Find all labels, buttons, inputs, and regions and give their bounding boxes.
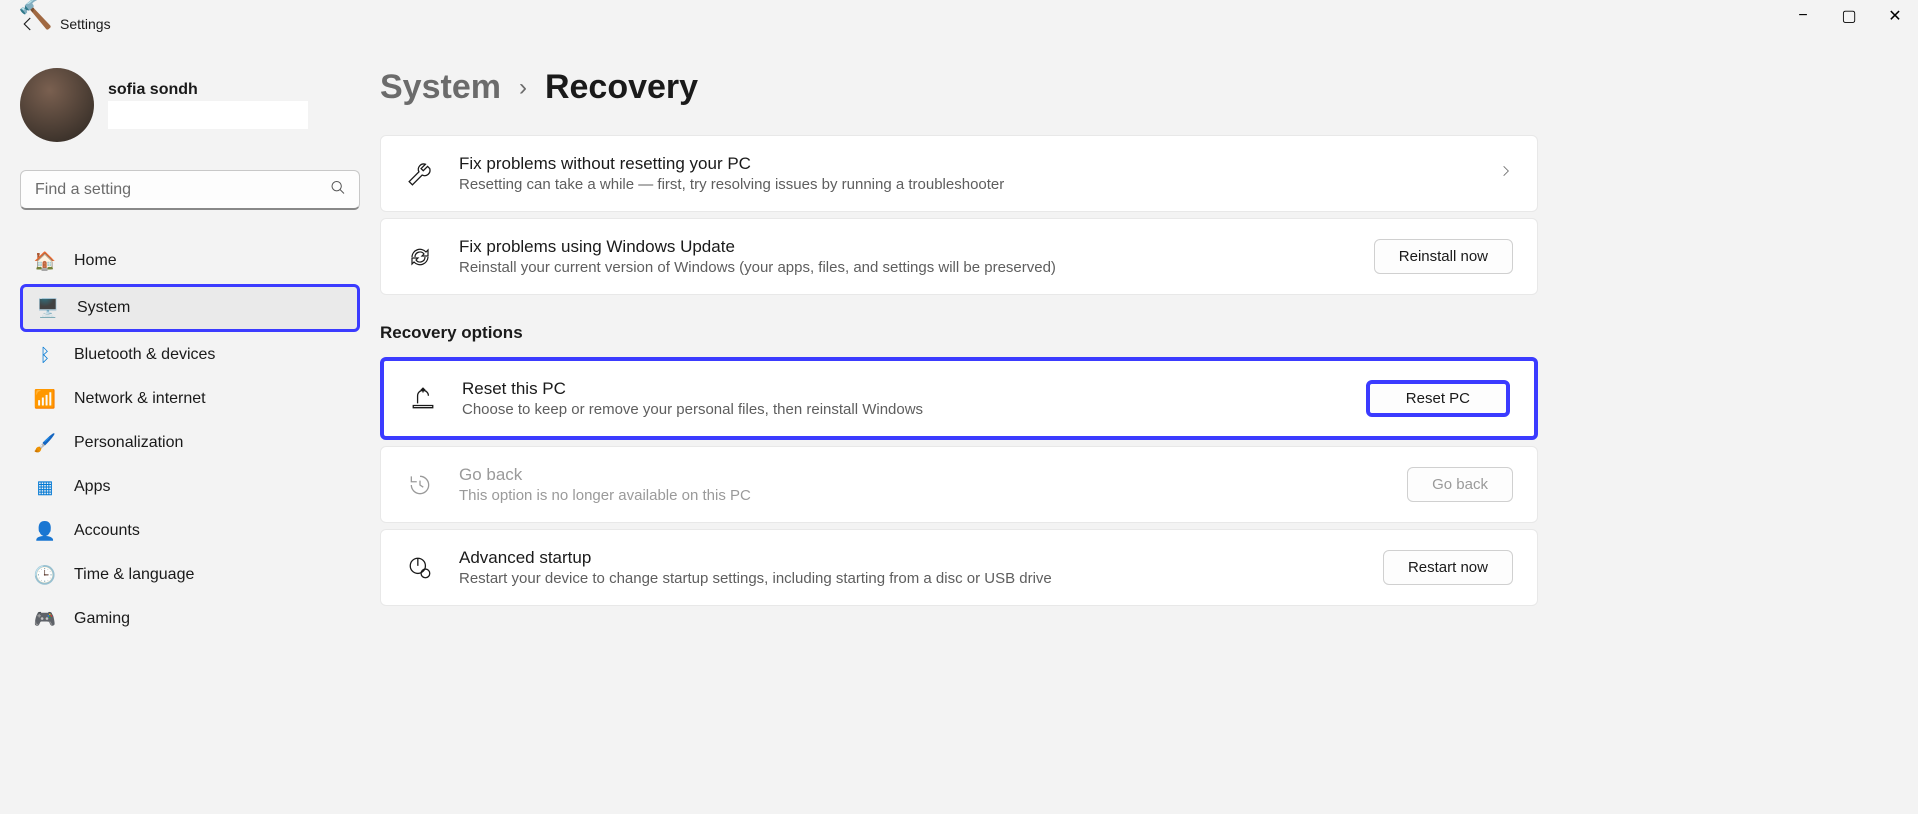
reset-pc-button[interactable]: Reset PC <box>1366 380 1510 417</box>
nav: 🏠 Home 🖥️ System ᛒ Bluetooth & devices 📶 Net… <box>20 240 360 640</box>
sidebar-item-accounts[interactable]: 👤 Accounts <box>20 510 360 552</box>
system-icon: 🖥️ <box>37 297 59 319</box>
reinstall-now-button[interactable]: Reinstall now <box>1374 239 1513 274</box>
breadcrumb-current: Recovery <box>545 68 698 107</box>
sidebar-item-apps[interactable]: ▦ Apps <box>20 466 360 508</box>
card-subtitle: Restart your device to change startup se… <box>459 570 1359 587</box>
person-icon: 👤 <box>34 520 56 542</box>
app-title: Settings <box>60 16 111 32</box>
reset-icon <box>408 384 438 414</box>
sidebar-item-label: Accounts <box>74 522 140 540</box>
titlebar: Settings − ▢ ✕ <box>0 0 1918 48</box>
sidebar: sofia sondh 🏠 Home 🖥️ System ᛒ Bluetooth & … <box>0 48 380 814</box>
card-title: Go back <box>459 465 1383 485</box>
minimize-icon: − <box>1798 7 1807 25</box>
card-subtitle: This option is no longer available on th… <box>459 487 1383 504</box>
sidebar-item-label: Network & internet <box>74 390 206 408</box>
search-input[interactable] <box>20 170 360 210</box>
sidebar-item-personalization[interactable]: 🖌️ Personalization <box>20 422 360 464</box>
sidebar-item-gaming[interactable]: 🎮 Gaming <box>20 598 360 640</box>
sidebar-item-bluetooth[interactable]: ᛒ Bluetooth & devices <box>20 334 360 376</box>
card-advanced-startup: Advanced startup Restart your device to … <box>380 529 1538 606</box>
section-heading-recovery: Recovery options <box>380 323 1538 343</box>
card-fix-windows-update: Fix problems using Windows Update Reinst… <box>380 218 1538 295</box>
avatar <box>20 68 94 142</box>
card-subtitle: Resetting can take a while — first, try … <box>459 176 1475 193</box>
card-go-back: Go back This option is no longer availab… <box>380 446 1538 523</box>
search-icon <box>330 180 346 201</box>
close-button[interactable]: ✕ <box>1872 0 1918 32</box>
sidebar-item-label: Home <box>74 252 117 270</box>
chevron-right-icon <box>1499 164 1513 183</box>
card-subtitle: Reinstall your current version of Window… <box>459 259 1350 276</box>
window-controls: − ▢ ✕ <box>1780 0 1918 32</box>
clock-icon: 🕒 <box>34 564 56 586</box>
sidebar-item-network[interactable]: 📶 Network & internet <box>20 378 360 420</box>
card-title: Reset this PC <box>462 379 1342 399</box>
card-subtitle: Choose to keep or remove your personal f… <box>462 401 1342 418</box>
home-icon: 🏠 <box>34 250 56 272</box>
sidebar-item-label: Gaming <box>74 610 130 628</box>
restart-now-button[interactable]: Restart now <box>1383 550 1513 585</box>
sidebar-item-home[interactable]: 🏠 Home <box>20 240 360 282</box>
sidebar-item-label: Apps <box>74 478 110 496</box>
go-back-button: Go back <box>1407 467 1513 502</box>
sidebar-item-system[interactable]: 🖥️ System <box>20 284 360 332</box>
sync-icon <box>405 242 435 272</box>
power-gear-icon <box>405 553 435 583</box>
main-content: System › Recovery Fix problems without r… <box>380 48 1918 814</box>
wifi-icon: 📶 <box>34 388 56 410</box>
sidebar-item-label: Time & language <box>74 566 194 584</box>
breadcrumb-parent[interactable]: System <box>380 68 501 107</box>
card-reset-pc: Reset this PC Choose to keep or remove y… <box>380 357 1538 440</box>
apps-icon: ▦ <box>34 476 56 498</box>
maximize-button[interactable]: ▢ <box>1826 0 1872 32</box>
minimize-button[interactable]: − <box>1780 0 1826 32</box>
close-icon: ✕ <box>1888 6 1901 26</box>
sidebar-item-label: System <box>77 299 130 317</box>
maximize-icon: ▢ <box>1841 6 1856 26</box>
card-fix-without-reset[interactable]: Fix problems without resetting your PC R… <box>380 135 1538 212</box>
hammer-overlay-icon: 🔨 <box>18 0 53 31</box>
search-wrap <box>20 170 360 210</box>
chevron-right-icon: › <box>519 74 527 102</box>
profile-email-redacted <box>108 101 308 129</box>
card-title: Advanced startup <box>459 548 1359 568</box>
sidebar-item-label: Bluetooth & devices <box>74 346 215 364</box>
sidebar-item-label: Personalization <box>74 434 183 452</box>
profile-block[interactable]: sofia sondh <box>20 68 360 142</box>
card-title: Fix problems using Windows Update <box>459 237 1350 257</box>
history-icon <box>405 470 435 500</box>
sidebar-item-time[interactable]: 🕒 Time & language <box>20 554 360 596</box>
breadcrumb: System › Recovery <box>380 68 1538 107</box>
brush-icon: 🖌️ <box>34 432 56 454</box>
gamepad-icon: 🎮 <box>34 608 56 630</box>
wrench-icon <box>405 159 435 189</box>
bluetooth-icon: ᛒ <box>34 344 56 366</box>
card-title: Fix problems without resetting your PC <box>459 154 1475 174</box>
profile-name: sofia sondh <box>108 81 308 99</box>
